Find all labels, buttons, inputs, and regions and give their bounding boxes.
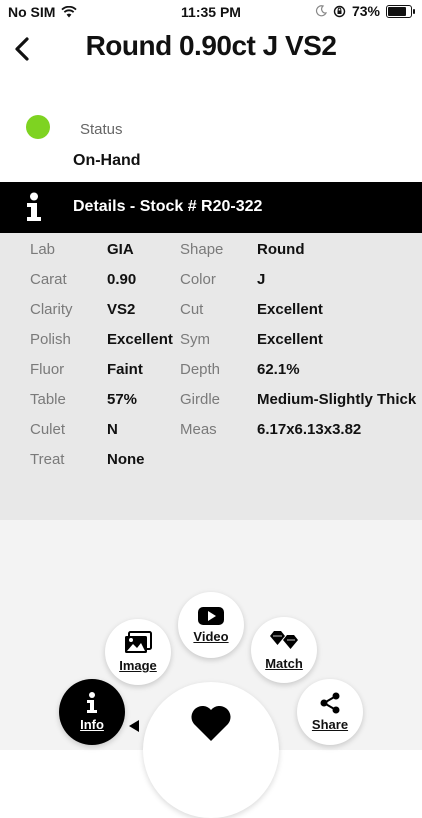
detail-value: Medium-Slightly Thick <box>257 391 417 408</box>
status-value: On-Hand <box>73 152 141 169</box>
page-title: Round 0.90ct J VS2 <box>85 30 337 61</box>
image-button-label: Image <box>119 658 157 673</box>
detail-value: 62.1% <box>257 361 300 378</box>
nav-bar: Round 0.90ct J VS2 <box>0 28 422 72</box>
detail-label: Culet <box>30 421 66 438</box>
video-button[interactable]: Video <box>178 592 244 658</box>
detail-label: Girdle <box>180 391 221 408</box>
detail-label: Meas <box>180 421 217 438</box>
detail-label: Cut <box>180 301 204 318</box>
detail-value: Excellent <box>257 301 323 318</box>
heart-icon <box>191 705 231 741</box>
detail-value: Excellent <box>107 331 173 348</box>
battery-percent: 73% <box>351 3 380 19</box>
info-button-label: Info <box>80 717 104 732</box>
status-label: Status <box>80 121 123 138</box>
detail-label: Table <box>30 391 66 408</box>
detail-label: Clarity <box>30 301 73 318</box>
detail-label: Color <box>180 271 216 288</box>
details-title: Details - Stock # R20-322 <box>73 198 263 215</box>
detail-value: N <box>107 421 118 438</box>
detail-value: 6.17x6.13x3.82 <box>257 421 362 438</box>
diamond-pair-icon <box>270 631 298 649</box>
detail-value: Round <box>257 241 305 258</box>
info-button[interactable]: Info <box>59 679 125 745</box>
status-indicator-dot <box>26 115 50 139</box>
share-icon <box>320 692 340 714</box>
match-button-label: Match <box>265 656 303 671</box>
image-gallery-icon <box>125 631 152 653</box>
detail-label: Depth <box>180 361 221 378</box>
info-icon <box>87 692 97 713</box>
detail-value: GIA <box>107 241 134 258</box>
detail-label: Fluor <box>30 361 65 378</box>
detail-value: Faint <box>107 361 143 378</box>
video-button-label: Video <box>193 629 229 644</box>
detail-value: 57% <box>107 391 138 408</box>
detail-label: Treat <box>30 451 65 468</box>
detail-value: 0.90 <box>107 271 137 288</box>
detail-label: Sym <box>180 331 210 348</box>
detail-value: Excellent <box>257 331 323 348</box>
info-pointer-arrow <box>129 720 139 732</box>
detail-label: Lab <box>30 241 56 258</box>
orientation-lock-icon <box>333 5 346 17</box>
detail-value: None <box>107 451 145 468</box>
info-icon <box>27 192 41 221</box>
detail-value: J <box>257 271 266 288</box>
image-button[interactable]: Image <box>105 619 171 685</box>
moon-icon <box>315 5 327 17</box>
share-button-label: Share <box>311 717 349 732</box>
video-play-icon <box>198 607 224 625</box>
detail-label: Carat <box>30 271 67 288</box>
favorite-button[interactable] <box>143 682 279 818</box>
share-button[interactable]: Share <box>297 679 363 745</box>
detail-value: VS2 <box>107 301 136 318</box>
battery-icon <box>386 4 415 18</box>
status-bar: No SIM 11:35 PM 73% <box>0 0 422 24</box>
match-button[interactable]: Match <box>251 617 317 683</box>
details-panel: Lab GIA Shape Round Carat 0.90 Color J C… <box>0 233 422 520</box>
detail-label: Shape <box>180 241 224 258</box>
detail-label: Polish <box>30 331 71 348</box>
details-header: Details - Stock # R20-322 <box>0 182 422 233</box>
